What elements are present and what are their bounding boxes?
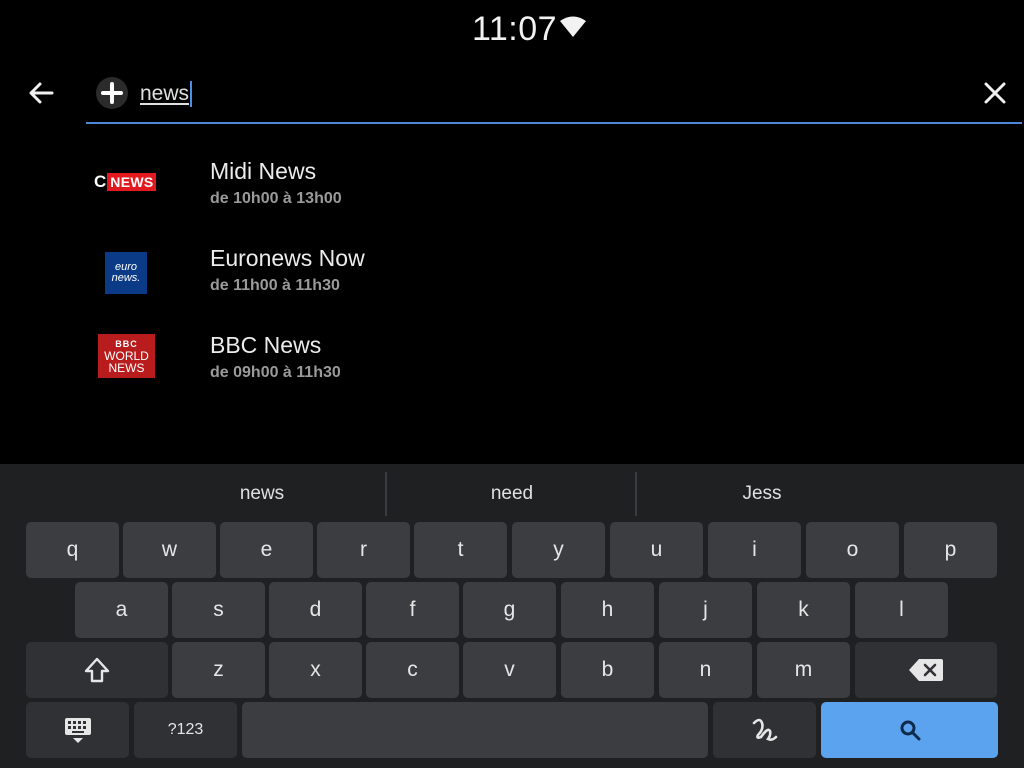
search-key[interactable] bbox=[821, 702, 998, 758]
key-t[interactable]: t bbox=[414, 522, 507, 578]
key-n[interactable]: n bbox=[659, 642, 752, 698]
suggestion-strip: news need Jess bbox=[0, 464, 1024, 520]
search-query-text: news bbox=[140, 82, 190, 105]
search-icon bbox=[900, 720, 920, 741]
clock: 11:07 bbox=[472, 10, 558, 48]
cnews-logo: C NEWS bbox=[94, 172, 162, 192]
bbc-world-news-logo: BBC WORLD NEWS bbox=[98, 334, 155, 378]
add-icon[interactable] bbox=[95, 76, 129, 110]
suggestion-3[interactable]: Jess bbox=[637, 464, 887, 520]
close-icon bbox=[984, 82, 1006, 104]
shift-key[interactable] bbox=[26, 642, 168, 698]
text-caret bbox=[190, 81, 193, 107]
back-button[interactable] bbox=[24, 76, 58, 110]
key-b[interactable]: b bbox=[561, 642, 654, 698]
suggestion-1[interactable]: news bbox=[137, 464, 387, 520]
key-o[interactable]: o bbox=[806, 522, 899, 578]
key-w[interactable]: w bbox=[123, 522, 216, 578]
key-l[interactable]: l bbox=[855, 582, 948, 638]
key-v[interactable]: v bbox=[463, 642, 556, 698]
result-title: BBC News bbox=[210, 332, 322, 358]
search-input[interactable]: news bbox=[140, 80, 193, 108]
key-u[interactable]: u bbox=[610, 522, 703, 578]
key-p[interactable]: p bbox=[904, 522, 997, 578]
backspace-icon bbox=[909, 659, 943, 681]
shift-icon bbox=[84, 657, 110, 683]
symbols-key-label: ?123 bbox=[167, 721, 204, 738]
key-i[interactable]: i bbox=[708, 522, 801, 578]
handwriting-key[interactable] bbox=[713, 702, 816, 758]
wifi-icon bbox=[560, 16, 586, 43]
key-f[interactable]: f bbox=[366, 582, 459, 638]
key-j[interactable]: j bbox=[659, 582, 752, 638]
key-m[interactable]: m bbox=[757, 642, 850, 698]
backspace-key[interactable] bbox=[855, 642, 997, 698]
euronews-logo: euro news. bbox=[105, 252, 147, 294]
result-title: Midi News bbox=[210, 158, 317, 184]
key-q[interactable]: q bbox=[26, 522, 119, 578]
key-c[interactable]: c bbox=[366, 642, 459, 698]
key-a[interactable]: a bbox=[75, 582, 168, 638]
key-r[interactable]: r bbox=[317, 522, 410, 578]
result-item-bbc-news[interactable]: BBC WORLD NEWS BBC News de 09h00 à 11h30 bbox=[0, 332, 1024, 412]
key-s[interactable]: s bbox=[172, 582, 265, 638]
key-h[interactable]: h bbox=[561, 582, 654, 638]
result-time: de 10h00 à 13h00 bbox=[210, 190, 342, 207]
key-x[interactable]: x bbox=[269, 642, 362, 698]
key-d[interactable]: d bbox=[269, 582, 362, 638]
keyboard-settings-key[interactable] bbox=[26, 702, 129, 758]
key-k[interactable]: k bbox=[757, 582, 850, 638]
key-e[interactable]: e bbox=[220, 522, 313, 578]
keyboard-icon bbox=[64, 718, 91, 743]
key-z[interactable]: z bbox=[172, 642, 265, 698]
clear-search-button[interactable] bbox=[980, 78, 1010, 108]
handwriting-icon bbox=[752, 718, 777, 741]
result-time: de 09h00 à 11h30 bbox=[210, 364, 341, 381]
result-time: de 11h00 à 11h30 bbox=[210, 277, 340, 294]
result-item-euronews-now[interactable]: euro news. Euronews Now de 11h00 à 11h30 bbox=[0, 245, 1024, 325]
result-item-midi-news[interactable]: C NEWS Midi News de 10h00 à 13h00 bbox=[0, 158, 1024, 238]
key-g[interactable]: g bbox=[463, 582, 556, 638]
key-y[interactable]: y bbox=[512, 522, 605, 578]
space-bar[interactable] bbox=[242, 702, 708, 758]
search-underline bbox=[86, 122, 1022, 124]
on-screen-keyboard: news need Jess q w e r t y u i o p a s d… bbox=[0, 464, 1024, 768]
back-arrow-icon bbox=[29, 82, 54, 104]
symbols-key[interactable]: ?123 bbox=[134, 702, 237, 758]
status-bar: 11:07 bbox=[0, 0, 1024, 60]
result-title: Euronews Now bbox=[210, 245, 365, 271]
suggestion-2[interactable]: need bbox=[387, 464, 637, 520]
